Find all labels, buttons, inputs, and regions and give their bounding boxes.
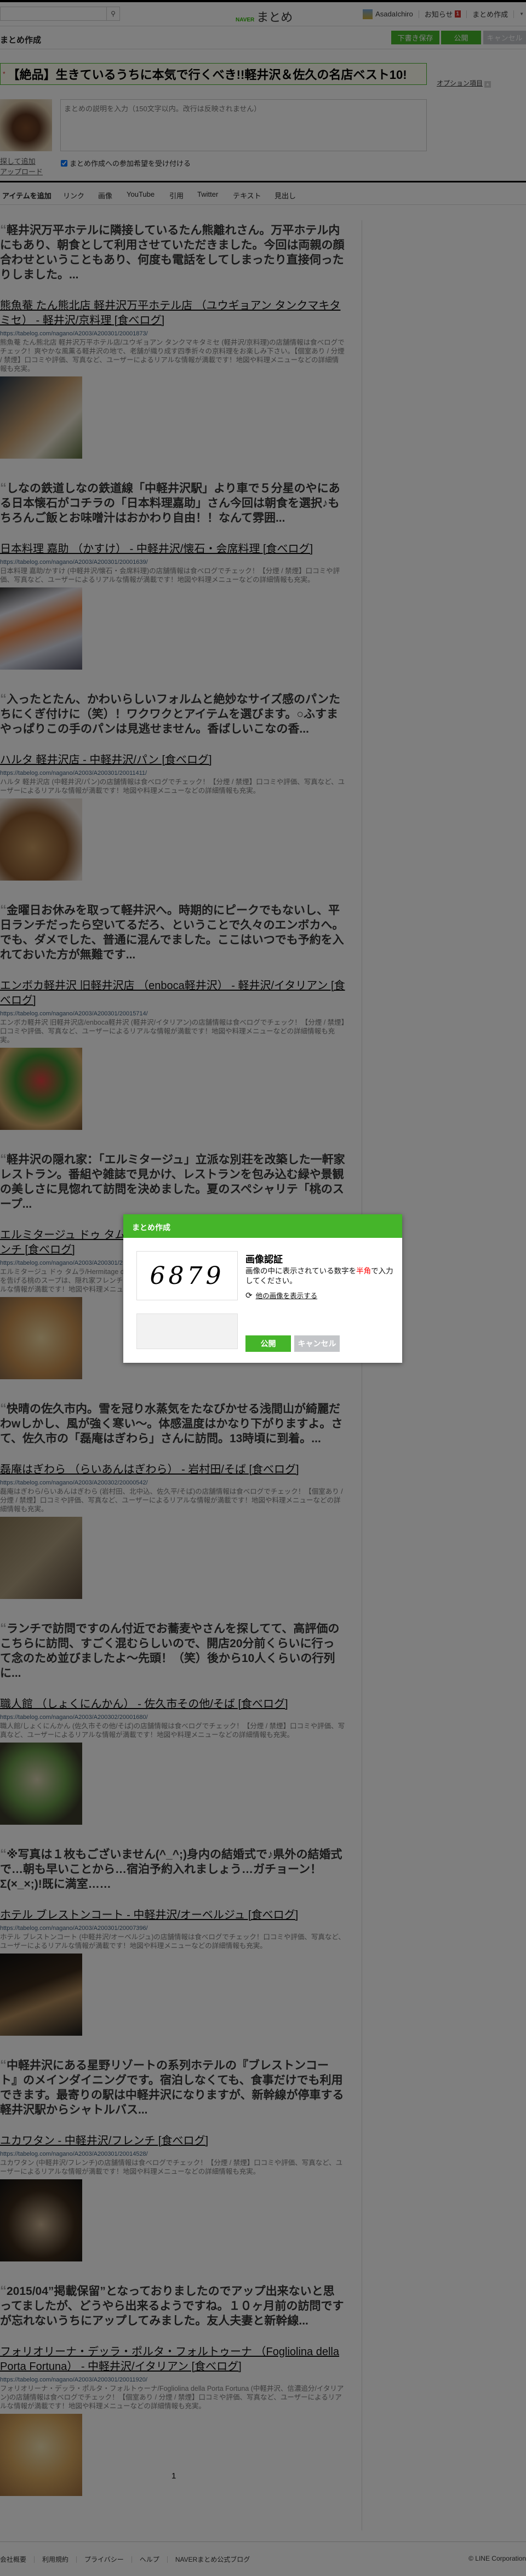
- captcha-dialog: まとめ作成 6879 画像認証 画像の中に表示されている数字を半角で入力してくだ…: [123, 1214, 402, 1363]
- dialog-title: まとめ作成: [123, 1214, 402, 1238]
- refresh-captcha-link[interactable]: 他の画像を表示する: [256, 1290, 318, 1300]
- captcha-image: 6879: [136, 1251, 238, 1300]
- refresh-captcha[interactable]: ⟳ 他の画像を表示する: [245, 1290, 317, 1300]
- instruction-text: 画像の中に表示されている数字を: [245, 1267, 357, 1275]
- dialog-publish-button[interactable]: 公開: [245, 1335, 291, 1352]
- refresh-icon[interactable]: ⟳: [245, 1290, 253, 1300]
- instruction-highlight: 半角: [356, 1267, 371, 1275]
- dialog-cancel-button[interactable]: キャンセル: [294, 1335, 340, 1352]
- captcha-heading: 画像認証: [245, 1254, 283, 1265]
- captcha-instruction: 画像の中に表示されている数字を半角で入力してください。: [245, 1266, 393, 1286]
- captcha-input[interactable]: [136, 1313, 238, 1349]
